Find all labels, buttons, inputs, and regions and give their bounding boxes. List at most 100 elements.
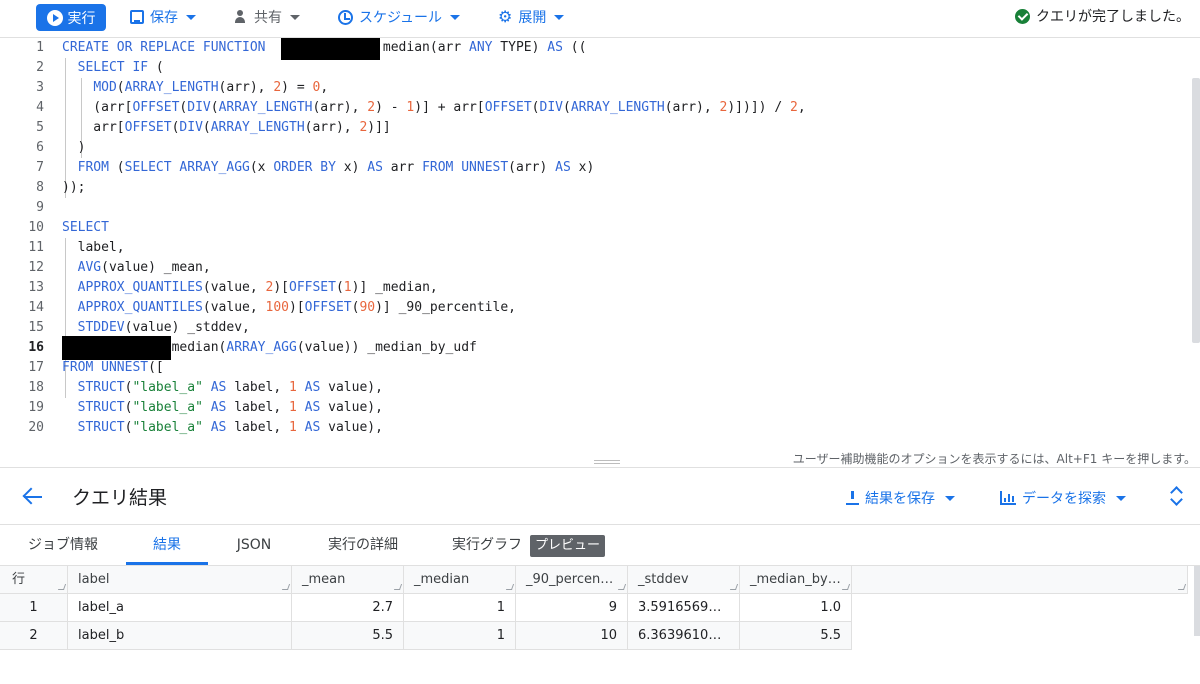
table-cell[interactable]: label_a	[68, 594, 292, 622]
code-text: STRUCT("label_a" AS label, 1 AS value),	[77, 380, 383, 395]
column-resize-icon[interactable]	[729, 584, 739, 590]
back-arrow-icon[interactable]	[22, 486, 44, 508]
save-results-label: 結果を保存	[865, 491, 935, 507]
deploy-button[interactable]: ⚙ 展開	[498, 6, 565, 28]
explore-data-button[interactable]: データを探索	[1000, 488, 1126, 508]
run-button[interactable]: 実行	[36, 4, 106, 31]
code-line[interactable]: 12 AVG(value) _mean,	[0, 258, 1190, 278]
table-cell[interactable]: 1	[404, 594, 516, 622]
code-line[interactable]: 1 CREATE OR REPLACE FUNCTION t.median(arr…	[0, 38, 1190, 60]
code-line[interactable]: 2 SELECT IF (	[0, 58, 1190, 78]
code-line[interactable]: 6 )	[0, 138, 1190, 158]
code-line[interactable]: 14 APPROX_QUANTILES(value, 100)[OFFSET(9…	[0, 298, 1190, 318]
expand-collapse-icon[interactable]	[1170, 486, 1182, 506]
chevron-down-icon	[450, 14, 461, 20]
table-row[interactable]: 1 label_a 2.7 1 9 3.59165699… 1.0	[0, 594, 1200, 622]
code-line[interactable]: 20 STRUCT("label_a" AS label, 1 AS value…	[0, 418, 1190, 438]
column-header[interactable]: label	[68, 566, 292, 594]
code-text: STRUCT("label_a" AS label, 1 AS value),	[77, 400, 383, 415]
code-text: MOD(ARRAY_LENGTH(arr), 2) = 0,	[93, 80, 329, 95]
tab-execution-graph[interactable]: 実行グラフ	[440, 525, 538, 565]
code-line[interactable]: 17 FROM UNNEST([	[0, 358, 1190, 378]
table-cell[interactable]: 1.0	[740, 594, 852, 622]
chevron-down-icon	[290, 14, 300, 20]
column-resize-icon[interactable]	[841, 584, 851, 590]
share-button[interactable]: 共有	[232, 6, 300, 28]
tab-execution-details[interactable]: 実行の詳細	[312, 525, 414, 565]
column-header[interactable]: 行	[0, 566, 68, 594]
code-line[interactable]: 9	[0, 198, 1190, 218]
table-row[interactable]: 2 label_b 5.5 1 10 6.36396103… 5.5	[0, 622, 1200, 650]
code-line[interactable]: 18 STRUCT("label_a" AS label, 1 AS value…	[0, 378, 1190, 398]
play-icon	[46, 9, 63, 26]
table-cell[interactable]: 5.5	[292, 622, 404, 650]
column-resize-icon[interactable]	[617, 584, 627, 590]
line-number: 12	[28, 260, 44, 275]
table-cell[interactable]: 1	[404, 622, 516, 650]
line-number: 11	[28, 240, 44, 255]
code-text: APPROX_QUANTILES(value, 100)[OFFSET(90)]…	[77, 300, 516, 315]
tab-json[interactable]: JSON	[220, 525, 288, 565]
code-line[interactable]: 7 FROM (SELECT ARRAY_AGG(x ORDER BY x) A…	[0, 158, 1190, 178]
table-cell[interactable]: 3.59165699…	[628, 594, 740, 622]
line-number: 17	[28, 360, 44, 375]
code-line[interactable]: 4 (arr[OFFSET(DIV(ARRAY_LENGTH(arr), 2) …	[0, 98, 1190, 118]
line-number: 15	[28, 320, 44, 335]
column-resize-icon[interactable]	[281, 584, 291, 590]
sql-editor[interactable]: 1 CREATE OR REPLACE FUNCTION t.median(arr…	[0, 37, 1200, 446]
gear-icon: ⚙	[498, 7, 513, 26]
table-cell[interactable]: 2.7	[292, 594, 404, 622]
line-number: 6	[36, 140, 44, 155]
column-header[interactable]: _stddev	[628, 566, 740, 594]
table-cell[interactable]	[852, 594, 1188, 622]
column-header[interactable]: _median_by_udf	[740, 566, 852, 594]
tab-job-info[interactable]: ジョブ情報	[12, 525, 114, 565]
run-label: 実行	[67, 10, 96, 27]
schedule-button[interactable]: スケジュール	[338, 6, 461, 28]
tab-results[interactable]: 結果	[126, 525, 208, 565]
table-cell[interactable]: 9	[516, 594, 628, 622]
code-text: SELECT	[62, 220, 109, 235]
results-header: クエリ結果 結果を保存 データを探索	[0, 478, 1200, 518]
resize-handle[interactable]	[594, 460, 620, 464]
code-line[interactable]: 10 SELECT	[0, 218, 1190, 238]
table-cell[interactable]: 6.36396103…	[628, 622, 740, 650]
check-circle-icon	[1015, 8, 1030, 24]
code-line[interactable]: 19 STRUCT("label_a" AS label, 1 AS value…	[0, 398, 1190, 418]
row-number: 1	[0, 594, 68, 622]
column-resize-icon[interactable]	[505, 584, 515, 590]
share-label: 共有	[254, 10, 282, 26]
code-line[interactable]: 15 STDDEV(value) _stddev,	[0, 318, 1190, 338]
query-toolbar: 実行 保存 共有 スケジュール ⚙ 展開 クエリが完了しました。	[0, 0, 1200, 34]
table-cell[interactable]	[852, 622, 1188, 650]
chevron-down-icon	[186, 14, 196, 20]
column-header[interactable]: _mean	[292, 566, 404, 594]
line-number: 10	[28, 220, 44, 235]
table-cell[interactable]: 5.5	[740, 622, 852, 650]
table-cell[interactable]: 10	[516, 622, 628, 650]
column-header[interactable]	[852, 566, 1188, 594]
explore-data-label: データを探索	[1022, 491, 1106, 507]
code-line[interactable]: 13 APPROX_QUANTILES(value, 2)[OFFSET(1)]…	[0, 278, 1190, 298]
table-cell[interactable]: label_b	[68, 622, 292, 650]
code-line[interactable]: 11 label,	[0, 238, 1190, 258]
code-line[interactable]: 16 .median(ARRAY_AGG(value)) _median_by_…	[0, 336, 1190, 360]
code-line[interactable]: 3 MOD(ARRAY_LENGTH(arr), 2) = 0,	[0, 78, 1190, 98]
editor-scrollbar[interactable]	[1192, 78, 1200, 343]
download-icon	[846, 491, 859, 505]
column-resize-icon[interactable]	[1177, 584, 1187, 590]
code-line[interactable]: 8));	[0, 178, 1190, 198]
column-header[interactable]: _median	[404, 566, 516, 594]
line-number: 4	[36, 100, 44, 115]
save-label: 保存	[150, 10, 178, 26]
line-number: 9	[36, 200, 44, 215]
code-text: STRUCT("label_a" AS label, 1 AS value),	[77, 420, 383, 435]
column-header[interactable]: _90_percentile	[516, 566, 628, 594]
column-resize-icon[interactable]	[393, 584, 403, 590]
code-line[interactable]: 5 arr[OFFSET(DIV(ARRAY_LENGTH(arr), 2)]]	[0, 118, 1190, 138]
save-results-button[interactable]: 結果を保存	[846, 488, 955, 508]
table-scrollbar[interactable]	[1194, 566, 1200, 636]
save-button[interactable]: 保存	[130, 6, 196, 28]
status-text: クエリが完了しました。	[1036, 9, 1190, 25]
column-resize-icon[interactable]	[57, 584, 67, 590]
